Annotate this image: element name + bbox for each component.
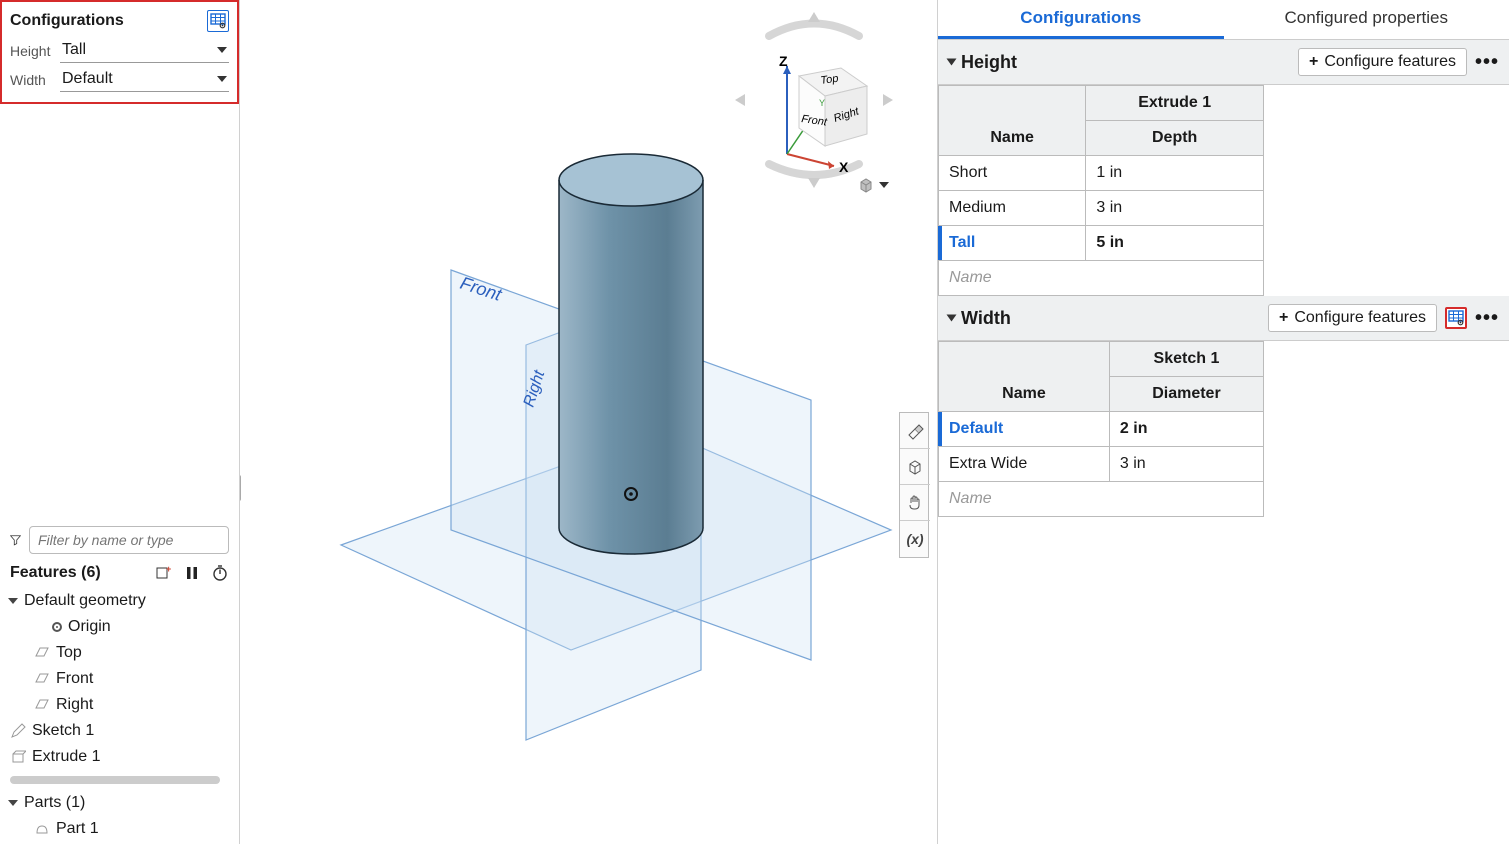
table-row[interactable]: Short1 in [939,156,1264,191]
chevron-down-icon [217,47,227,53]
extrude-icon [10,749,26,765]
add-feature-icon[interactable]: + [155,564,173,582]
sketch-item[interactable]: Sketch 1 [0,718,239,744]
svg-text:Z: Z [779,53,788,69]
viewport-toolbox: (x) [899,412,929,558]
right-tabs: Configurations Configured properties [938,0,1509,40]
right-plane-item[interactable]: Right [0,692,239,718]
origin-item[interactable]: Origin [0,614,239,640]
new-row-placeholder[interactable]: Name [939,482,1264,517]
configure-features-button[interactable]: +Configure features [1268,304,1437,332]
config-section: Height+Configure features•••NameExtrude … [938,40,1509,296]
plane-icon [34,671,50,687]
stopwatch-icon[interactable] [211,564,229,582]
chevron-down-icon [217,76,227,82]
tree-scrollbar[interactable] [10,776,220,784]
height-select[interactable]: Tall [60,38,229,63]
col-group-header: Extrude 1 [1086,86,1264,121]
origin-icon [52,622,62,632]
chevron-down-icon [8,598,18,604]
pause-icon[interactable] [183,564,201,582]
pencil-icon [10,723,26,739]
features-title: Features (6) [10,564,101,582]
plane-icon [34,645,50,661]
tool-variable-icon[interactable]: (x) [900,521,930,557]
chevron-down-icon[interactable] [947,59,957,66]
more-menu-icon[interactable]: ••• [1475,51,1499,74]
3d-scene: Front Right [301,130,921,770]
geometry-group[interactable]: Default geometry [0,588,239,614]
plus-icon: + [1309,53,1318,71]
tool-box-icon[interactable] [900,449,930,485]
feature-tree: Default geometry Origin Top Front Right … [0,586,239,772]
col-name-header: Name [939,342,1110,412]
filter-icon[interactable] [10,531,21,549]
part-item[interactable]: Part 1 [0,816,239,842]
svg-text:Y: Y [819,98,825,108]
chevron-down-icon[interactable] [947,315,957,322]
col-value-header: Depth [1086,121,1264,156]
section-title: Width [961,308,1011,329]
configurations-title: Configurations [10,12,124,30]
col-value-header: Diameter [1109,377,1263,412]
top-plane-item[interactable]: Top [0,640,239,666]
part-icon [34,821,50,837]
tab-configurations[interactable]: Configurations [938,0,1224,39]
table-row[interactable]: Medium3 in [939,191,1264,226]
new-row-placeholder[interactable]: Name [939,261,1264,296]
configure-features-button[interactable]: +Configure features [1298,48,1467,76]
tool-eraser-icon[interactable] [900,413,930,449]
chevron-down-icon [8,800,18,806]
width-label: Width [10,72,54,88]
plus-icon: + [1279,309,1288,327]
extrude-item[interactable]: Extrude 1 [0,744,239,770]
front-plane-item[interactable]: Front [0,666,239,692]
configurations-table-icon[interactable] [1445,307,1467,329]
tool-hand-icon[interactable] [900,485,930,521]
config-row-height: Height Tall [10,38,229,63]
filter-input[interactable] [29,526,229,554]
config-table: NameSketch 1DiameterDefault2 inExtra Wid… [938,341,1264,517]
col-name-header: Name [939,86,1086,156]
table-row[interactable]: Tall5 in [939,226,1264,261]
features-header: Features (6) + [0,560,239,586]
more-menu-icon[interactable]: ••• [1475,307,1499,330]
table-row[interactable]: Default2 in [939,412,1264,447]
parts-group[interactable]: Parts (1) [0,790,239,816]
configurations-selector-box: Configurations Height Tall Width Default [0,0,239,104]
section-title: Height [961,52,1017,73]
left-sidebar: Configurations Height Tall Width Default… [0,0,240,844]
width-select[interactable]: Default [60,67,229,92]
height-label: Height [10,43,54,59]
section-header: Height +Configure features ••• [938,40,1509,85]
table-row[interactable]: Extra Wide3 in [939,447,1264,482]
plane-icon [34,697,50,713]
configurations-panel: Configurations Configured properties Hei… [937,0,1509,844]
svg-text:Top: Top [820,73,839,87]
tab-configured-properties[interactable]: Configured properties [1224,0,1509,39]
section-header: Width +Configure features ••• [938,296,1509,341]
configurations-table-icon[interactable] [207,10,229,32]
config-row-width: Width Default [10,67,229,92]
col-group-header: Sketch 1 [1109,342,1263,377]
svg-text:+: + [166,564,171,574]
config-section: Width+Configure features•••NameSketch 1D… [938,296,1509,517]
config-table: NameExtrude 1DepthShort1 inMedium3 inTal… [938,85,1264,296]
feature-filter-row [0,520,239,560]
